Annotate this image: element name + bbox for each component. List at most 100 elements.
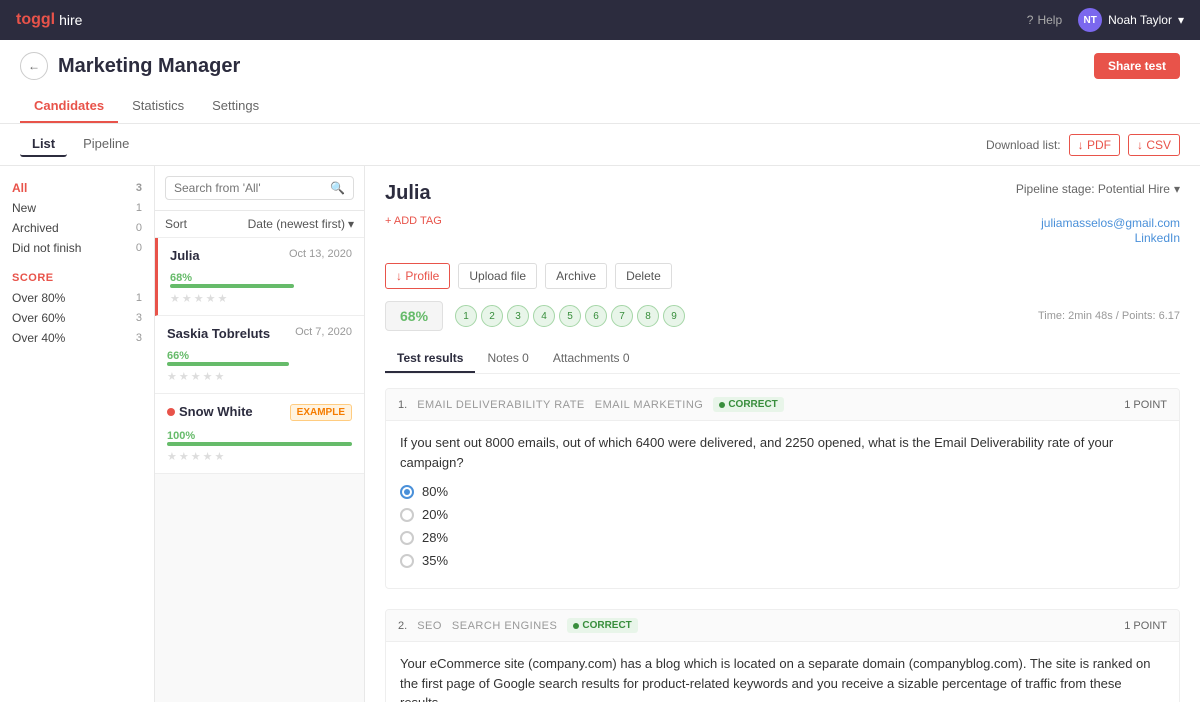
q-dot-9[interactable]: 9 xyxy=(663,305,685,327)
q-dot-6[interactable]: 6 xyxy=(585,305,607,327)
candidate-date: Oct 7, 2020 xyxy=(295,326,352,338)
score-bar xyxy=(167,442,352,446)
help-button[interactable]: ? Help xyxy=(1027,13,1062,27)
main-layout: All 3 New 1 Archived 0 Did not finish 0 … xyxy=(0,166,1200,702)
candidate-name: Snow White xyxy=(167,404,253,419)
pipeline-stage[interactable]: Pipeline stage: Potential Hire ▾ xyxy=(1016,182,1180,196)
tab-test-results[interactable]: Test results xyxy=(385,345,475,373)
filter-over-80[interactable]: Over 80% 1 xyxy=(12,288,142,308)
result-tabs: Test results Notes 0 Attachments 0 xyxy=(385,345,1180,374)
radio-selected[interactable] xyxy=(400,485,414,499)
filter-new[interactable]: New 1 xyxy=(12,198,142,218)
chevron-down-icon: ▾ xyxy=(1178,13,1184,27)
contact-email[interactable]: juliamasselos@gmail.com xyxy=(1041,216,1180,230)
star-5[interactable]: ★ xyxy=(218,292,228,305)
q-dot-8[interactable]: 8 xyxy=(637,305,659,327)
candidate-name: Julia xyxy=(170,248,200,263)
star-1[interactable]: ★ xyxy=(167,370,177,383)
candidate-card-saskia[interactable]: Saskia Tobreluts Oct 7, 2020 66% ★ ★ ★ ★… xyxy=(155,316,364,394)
help-icon: ? xyxy=(1027,13,1034,27)
delete-button[interactable]: Delete xyxy=(615,263,672,289)
sort-label: Sort xyxy=(165,217,187,231)
candidate-header: Saskia Tobreluts Oct 7, 2020 xyxy=(167,326,352,341)
star-3[interactable]: ★ xyxy=(191,450,201,463)
question-1-body: If you sent out 8000 emails, out of whic… xyxy=(386,421,1179,588)
search-input-wrap: 🔍 xyxy=(165,176,354,200)
top-navigation: toggl hire ? Help NT Noah Taylor ▾ xyxy=(0,0,1200,40)
star-1[interactable]: ★ xyxy=(170,292,180,305)
q-correct-badge: CORRECT xyxy=(567,618,637,633)
download-links: Download list: ↓ PDF ↓ CSV xyxy=(986,134,1180,156)
correct-dot xyxy=(573,623,579,629)
radio-unselected[interactable] xyxy=(400,554,414,568)
view-tab-pipeline[interactable]: Pipeline xyxy=(71,132,141,157)
chevron-down-icon: ▾ xyxy=(348,217,354,231)
filter-all[interactable]: All 3 xyxy=(12,178,142,198)
q-subcategory: EMAIL MARKETING xyxy=(595,399,704,411)
logo-hire: hire xyxy=(59,12,82,28)
upload-file-button[interactable]: Upload file xyxy=(458,263,537,289)
tab-notes[interactable]: Notes 0 xyxy=(475,345,540,373)
star-3[interactable]: ★ xyxy=(194,292,204,305)
share-test-button[interactable]: Share test xyxy=(1094,53,1180,79)
q-dot-1[interactable]: 1 xyxy=(455,305,477,327)
star-2[interactable]: ★ xyxy=(179,370,189,383)
download-csv[interactable]: ↓ CSV xyxy=(1128,134,1180,156)
q-dot-4[interactable]: 4 xyxy=(533,305,555,327)
star-4[interactable]: ★ xyxy=(203,450,213,463)
profile-button[interactable]: ↓ Profile xyxy=(385,263,450,289)
candidate-score: 100% xyxy=(167,430,195,442)
back-button[interactable]: ← xyxy=(20,52,48,80)
star-1[interactable]: ★ xyxy=(167,450,177,463)
contact-linkedin[interactable]: LinkedIn xyxy=(1135,231,1180,245)
q-category: SEO xyxy=(417,620,442,632)
tab-statistics[interactable]: Statistics xyxy=(118,90,198,123)
archive-button[interactable]: Archive xyxy=(545,263,607,289)
star-2[interactable]: ★ xyxy=(179,450,189,463)
star-2[interactable]: ★ xyxy=(182,292,192,305)
add-tag-button[interactable]: + ADD TAG xyxy=(385,215,442,227)
filter-over-40[interactable]: Over 40% 3 xyxy=(12,328,142,348)
star-4[interactable]: ★ xyxy=(203,370,213,383)
example-badge: EXAMPLE xyxy=(290,404,352,421)
filter-archived[interactable]: Archived 0 xyxy=(12,218,142,238)
candidate-card-snow-white[interactable]: Snow White EXAMPLE 100% ★ ★ ★ ★ ★ xyxy=(155,394,364,474)
q-dot-5[interactable]: 5 xyxy=(559,305,581,327)
radio-unselected[interactable] xyxy=(400,531,414,545)
answer-option-1: 80% xyxy=(400,484,1165,499)
q-points: 1 POINT xyxy=(1124,620,1167,632)
candidate-date: Oct 13, 2020 xyxy=(289,248,352,260)
logo-area: toggl hire xyxy=(16,11,82,29)
search-icon: 🔍 xyxy=(330,181,345,195)
q-dot-7[interactable]: 7 xyxy=(611,305,633,327)
filter-did-not-finish[interactable]: Did not finish 0 xyxy=(12,238,142,258)
radio-unselected[interactable] xyxy=(400,508,414,522)
view-tab-list[interactable]: List xyxy=(20,132,67,157)
tab-attachments[interactable]: Attachments 0 xyxy=(541,345,642,373)
star-3[interactable]: ★ xyxy=(191,370,201,383)
star-5[interactable]: ★ xyxy=(215,450,225,463)
score-bar xyxy=(170,284,294,288)
star-row: ★ ★ ★ ★ ★ xyxy=(167,450,352,463)
candidate-card-julia[interactable]: Julia Oct 13, 2020 68% ★ ★ ★ ★ ★ xyxy=(155,238,364,316)
sort-selector[interactable]: Date (newest first) ▾ xyxy=(248,217,354,231)
download-pdf[interactable]: ↓ PDF xyxy=(1069,134,1120,156)
big-score: 68% xyxy=(385,301,443,331)
q-dot-3[interactable]: 3 xyxy=(507,305,529,327)
candidates-list: 🔍 Sort Date (newest first) ▾ Julia Oct 1… xyxy=(155,166,365,702)
chevron-down-icon: ▾ xyxy=(1174,182,1180,196)
star-5[interactable]: ★ xyxy=(215,370,225,383)
q-num: 2. xyxy=(398,620,407,632)
user-menu[interactable]: NT Noah Taylor ▾ xyxy=(1078,8,1184,32)
tab-candidates[interactable]: Candidates xyxy=(20,90,118,123)
logo-toggl: toggl xyxy=(16,11,55,29)
star-row: ★ ★ ★ ★ ★ xyxy=(170,292,352,305)
candidate-header: Snow White EXAMPLE xyxy=(167,404,352,421)
tab-settings[interactable]: Settings xyxy=(198,90,273,123)
search-input[interactable] xyxy=(174,181,330,195)
answer-option-4: 35% xyxy=(400,553,1165,568)
filter-over-60[interactable]: Over 60% 3 xyxy=(12,308,142,328)
answer-option-3: 28% xyxy=(400,530,1165,545)
star-4[interactable]: ★ xyxy=(206,292,216,305)
q-dot-2[interactable]: 2 xyxy=(481,305,503,327)
